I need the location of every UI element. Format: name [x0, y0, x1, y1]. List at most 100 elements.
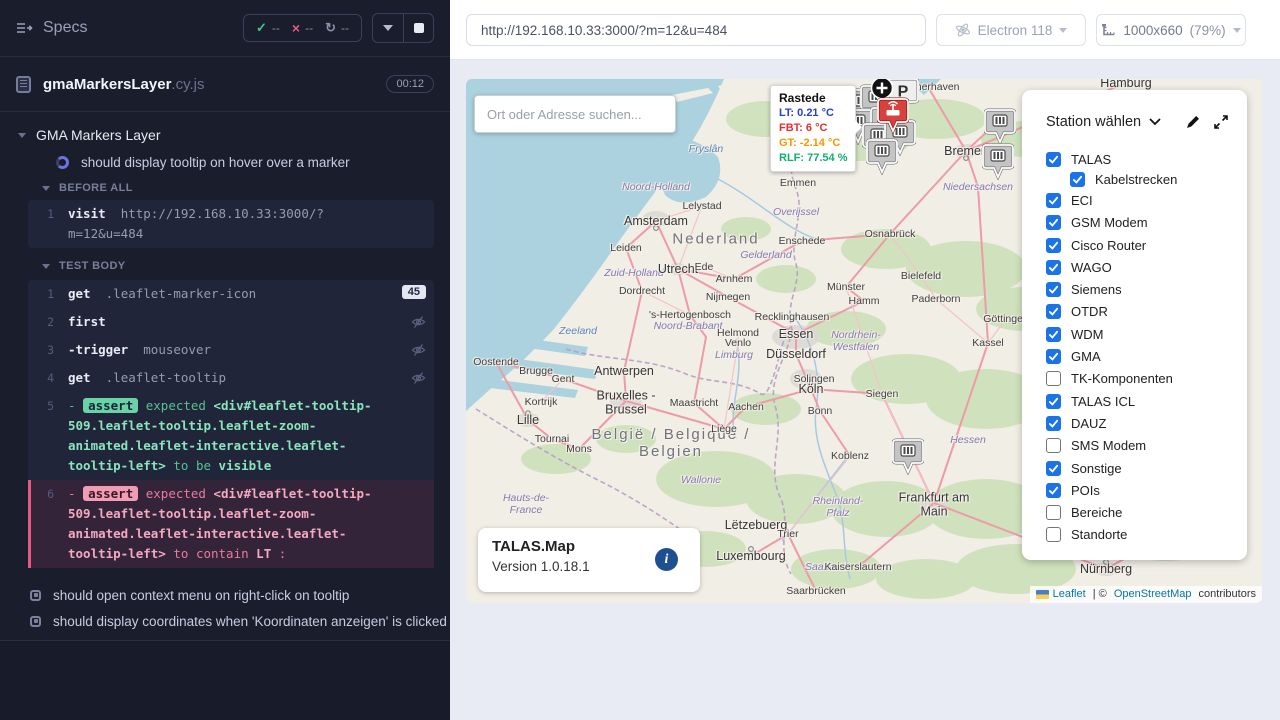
checkbox-checked[interactable]	[1046, 327, 1061, 342]
collapse-button[interactable]	[373, 14, 403, 42]
command-name: -trigger	[68, 342, 128, 357]
checkbox-unchecked[interactable]	[1046, 438, 1061, 453]
station-marker-icon[interactable]	[866, 137, 898, 180]
command-name: visit	[68, 206, 106, 221]
edit-pencil-icon[interactable]	[1185, 114, 1201, 130]
command-args: .leaflet-marker-icon	[106, 286, 257, 301]
checkbox-checked[interactable]	[1070, 172, 1085, 187]
station-filter-row[interactable]: WDM	[1046, 323, 1247, 345]
station-filter-row[interactable]: OTDR	[1046, 301, 1247, 323]
spec-file-icon	[16, 76, 31, 93]
command-row[interactable]: 3-trigger mouseover	[28, 336, 434, 364]
tooltip-row: GT: -2.14 °C	[779, 136, 847, 151]
station-marker-icon[interactable]	[892, 437, 924, 480]
search-input[interactable]	[487, 107, 663, 122]
command-text: get .leaflet-marker-icon	[68, 284, 424, 304]
command-row[interactable]: 2first	[28, 308, 434, 336]
test-body-toggle[interactable]: TEST BODY	[0, 254, 450, 278]
checkbox-checked[interactable]	[1046, 304, 1061, 319]
checkbox-unchecked[interactable]	[1046, 505, 1061, 520]
command-number: 6	[31, 484, 68, 504]
url-bar[interactable]	[466, 14, 926, 46]
station-filter-row[interactable]: DAUZ	[1046, 412, 1247, 434]
specs-list-icon[interactable]	[16, 21, 33, 35]
suite-toggle[interactable]: GMA Markers Layer	[0, 122, 450, 148]
command-args: mouseover	[143, 342, 211, 357]
station-filter-row[interactable]: POIs	[1046, 479, 1247, 501]
test-icon	[30, 590, 41, 601]
command-row[interactable]: 6- assert expected <div#leaflet-tooltip-…	[28, 480, 434, 568]
attribution-suffix: contributors	[1195, 588, 1256, 600]
command-text: visit http://192.168.10.33:3000/?m=12&u=…	[68, 204, 424, 244]
browser-label: Electron 118	[978, 23, 1053, 38]
checkbox-checked[interactable]	[1046, 416, 1061, 431]
osm-link[interactable]: OpenStreetMap	[1114, 588, 1192, 600]
station-marker-icon[interactable]	[982, 142, 1014, 185]
fullscreen-icon[interactable]	[1213, 114, 1229, 130]
checkbox-checked[interactable]	[1046, 152, 1061, 167]
station-filter-label: GSM Modem	[1071, 215, 1148, 230]
command-text: - assert expected <div#leaflet-tooltip-5…	[68, 484, 424, 564]
station-filter-label: Siemens	[1071, 282, 1122, 297]
stop-button[interactable]	[403, 14, 433, 42]
station-filter-row[interactable]: WAGO	[1046, 256, 1247, 278]
url-input[interactable]	[481, 23, 911, 38]
station-filter-row[interactable]: Cisco Router	[1046, 234, 1247, 256]
checkbox-checked[interactable]	[1046, 193, 1061, 208]
pending-test-row[interactable]: should display coordinates when 'Koordin…	[0, 608, 450, 634]
station-filter-row[interactable]: TK-Komponenten	[1046, 368, 1247, 390]
caret-down-icon	[42, 186, 50, 191]
station-filter-row[interactable]: TALAS ICL	[1046, 390, 1247, 412]
before-all-toggle[interactable]: BEFORE ALL	[0, 176, 450, 200]
map-search-box[interactable]	[474, 95, 676, 133]
alarm-marker-icon[interactable]	[877, 96, 909, 139]
command-row[interactable]: 4get .leaflet-tooltip	[28, 364, 434, 392]
station-filter-row[interactable]: GMA	[1046, 345, 1247, 367]
command-row[interactable]: 1visit http://192.168.10.33:3000/?m=12&u…	[28, 200, 434, 248]
station-filter-row[interactable]: Siemens	[1046, 278, 1247, 300]
checkbox-checked[interactable]	[1046, 483, 1061, 498]
checkbox-checked[interactable]	[1046, 461, 1061, 476]
checkbox-unchecked[interactable]	[1046, 371, 1061, 386]
ruler-icon	[1101, 23, 1116, 38]
station-filter-row[interactable]: ECI	[1046, 189, 1247, 211]
station-filter-row[interactable]: TALAS	[1046, 148, 1247, 170]
checkbox-checked[interactable]	[1046, 349, 1061, 364]
viewport-select[interactable]: 1000x660 (79%)	[1096, 14, 1246, 46]
station-filter-row[interactable]: GSM Modem	[1046, 212, 1247, 234]
pending-test-row[interactable]: should open context menu on right-click …	[0, 582, 450, 608]
checkbox-unchecked[interactable]	[1046, 527, 1061, 542]
spec-file-row[interactable]: gmaMarkersLayer.cy.js 00:12	[0, 57, 450, 112]
map-viewport[interactable]: FryslânZeelandNoord-HollandOverijsselGel…	[466, 79, 1262, 603]
command-row[interactable]: 1get .leaflet-marker-icon45	[28, 280, 434, 308]
command-text: - assert expected <div#leaflet-tooltip-5…	[68, 396, 424, 476]
command-number: 4	[28, 368, 68, 388]
station-filter-row[interactable]: Kabelstrecken	[1046, 170, 1247, 189]
station-filter-label: OTDR	[1071, 304, 1108, 319]
chevron-down-icon[interactable]	[1149, 118, 1161, 126]
checkbox-checked[interactable]	[1046, 394, 1061, 409]
station-filter-label: TALAS ICL	[1071, 394, 1135, 409]
checkbox-checked[interactable]	[1046, 238, 1061, 253]
station-filter-row[interactable]: Sonstige	[1046, 457, 1247, 479]
tooltip-row-value: -2.14 °C	[800, 137, 840, 149]
browser-select[interactable]: Electron 118	[936, 14, 1086, 46]
station-filter-row[interactable]: SMS Modem	[1046, 435, 1247, 457]
refresh-icon: ↻	[325, 20, 336, 36]
command-row[interactable]: 5- assert expected <div#leaflet-tooltip-…	[28, 392, 434, 480]
station-filter-label: ECI	[1071, 193, 1093, 208]
active-test-row[interactable]: should display tooltip on hover over a m…	[0, 148, 450, 176]
checkbox-checked[interactable]	[1046, 282, 1061, 297]
station-filter-row[interactable]: Standorte	[1046, 524, 1247, 546]
x-icon: ×	[292, 20, 300, 36]
viewport-zoom: (79%)	[1190, 23, 1226, 38]
tooltip-row-label: FBT:	[779, 122, 803, 134]
info-icon[interactable]: i	[655, 548, 678, 571]
station-filter-row[interactable]: Bereiche	[1046, 501, 1247, 523]
assert-dash: -	[68, 398, 76, 413]
command-text: first	[68, 312, 424, 332]
command-name: first	[68, 314, 106, 329]
leaflet-link[interactable]: Leaflet	[1053, 588, 1086, 600]
checkbox-checked[interactable]	[1046, 215, 1061, 230]
checkbox-checked[interactable]	[1046, 260, 1061, 275]
